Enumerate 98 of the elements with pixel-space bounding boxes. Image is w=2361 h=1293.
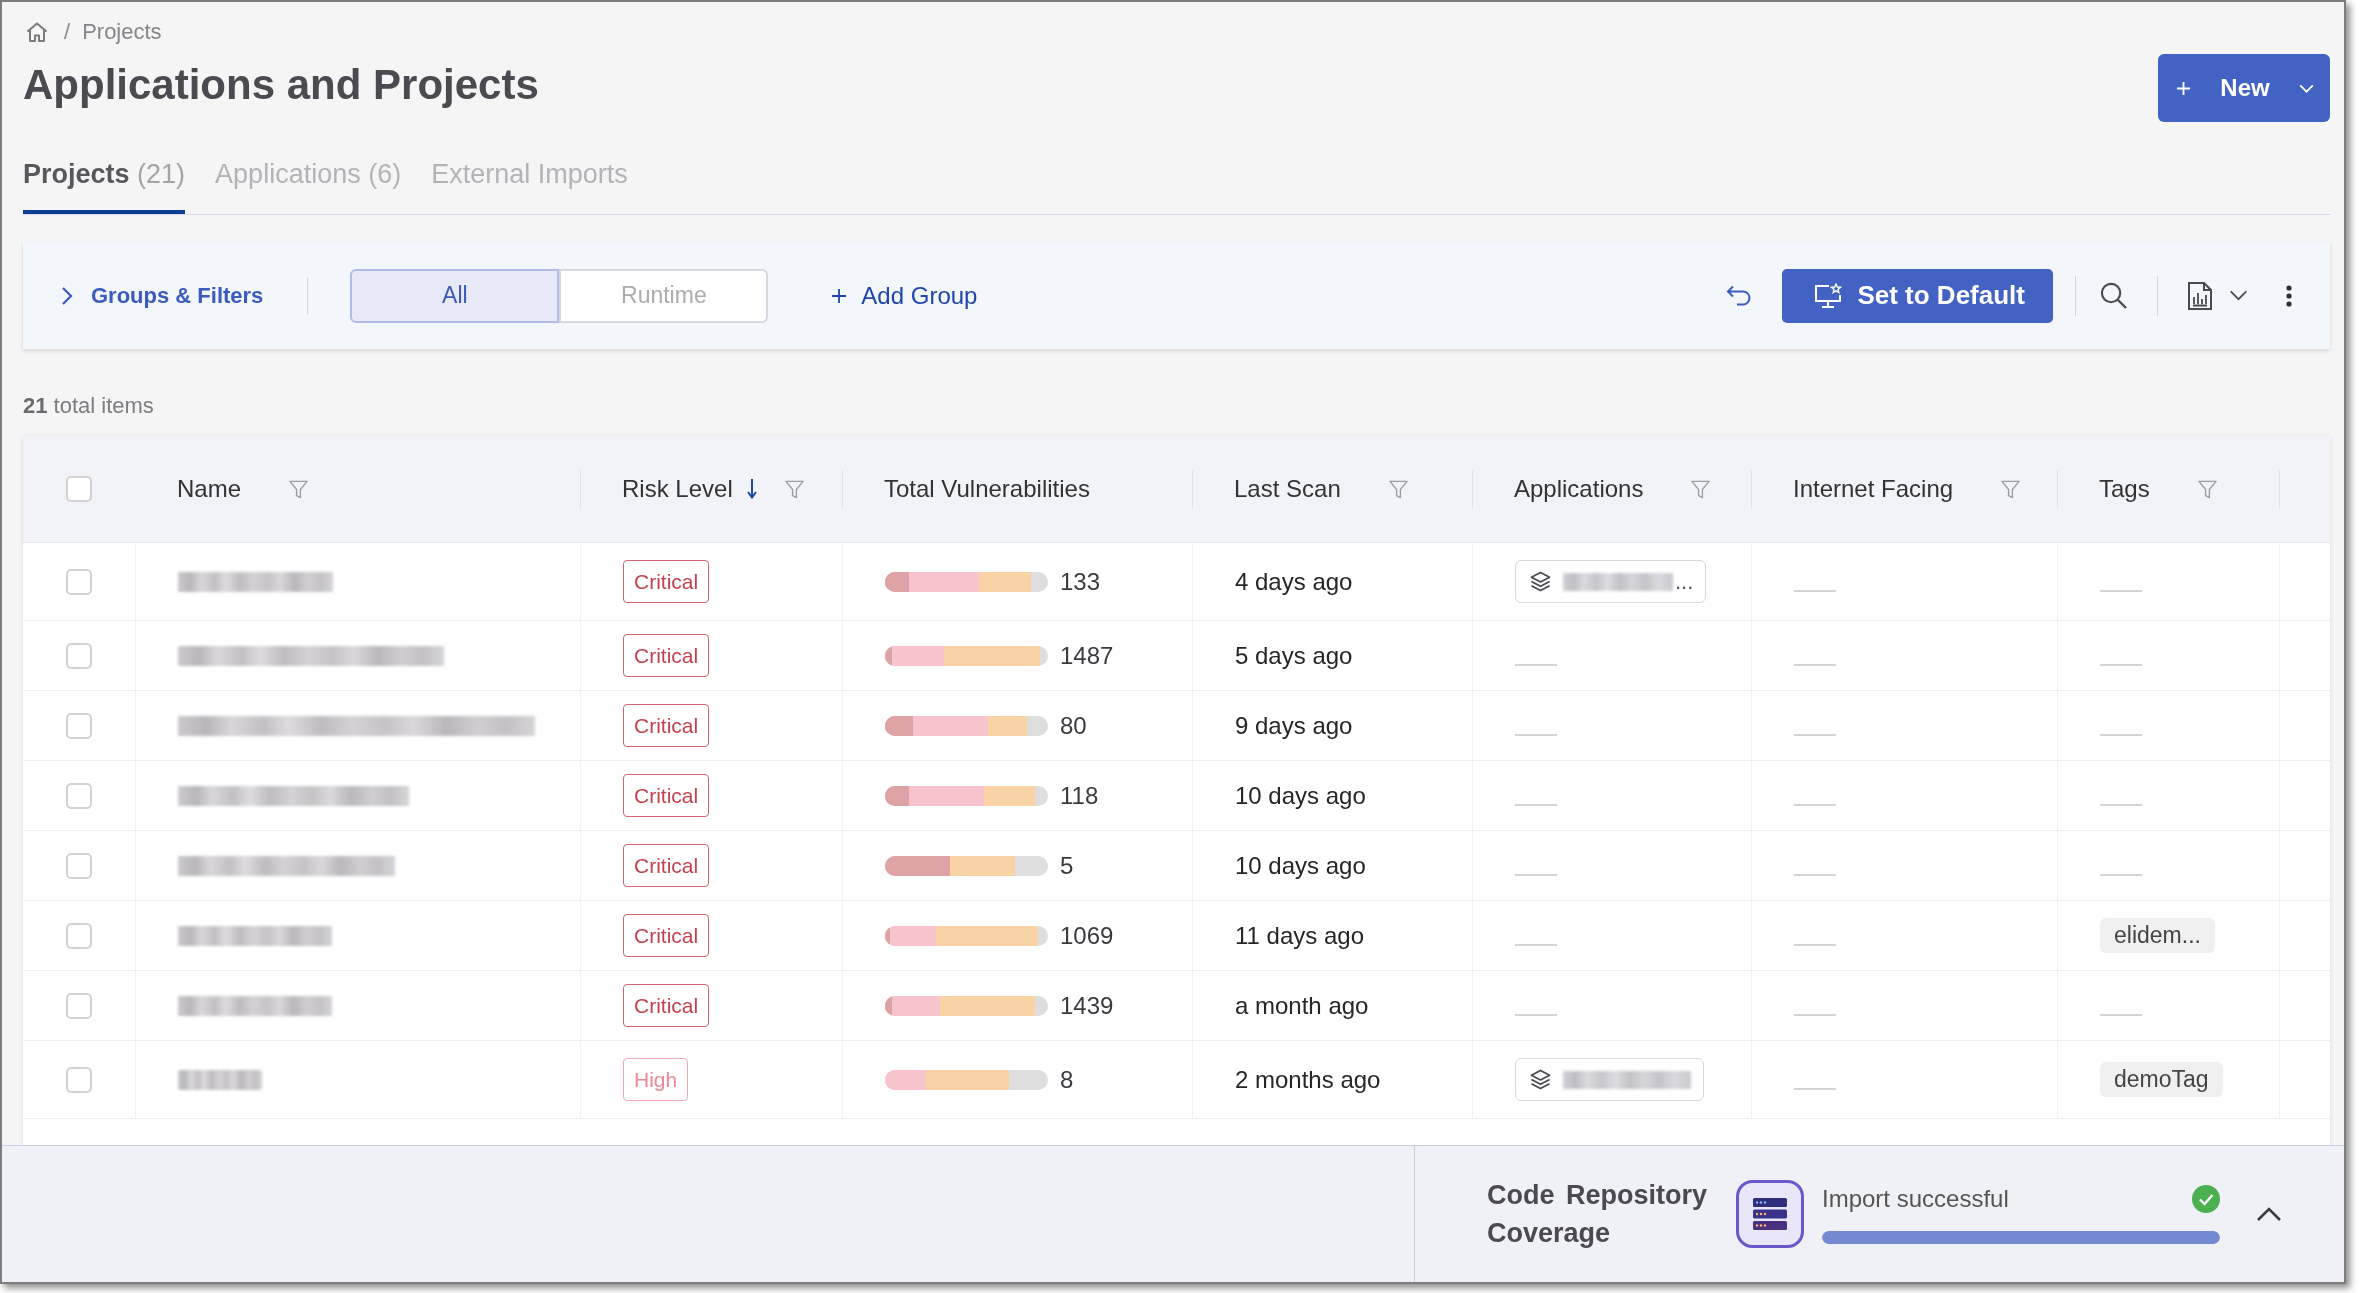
empty-value-dash: [1794, 943, 1836, 946]
empty-value-dash: [1794, 873, 1836, 876]
page-title: Applications and Projects: [23, 60, 539, 110]
empty-value-dash: [2100, 663, 2142, 666]
vulnerability-count: 80: [1060, 711, 1087, 740]
row-checkbox[interactable]: [66, 642, 92, 669]
risk-level-tag: Critical: [623, 984, 710, 1027]
row-checkbox[interactable]: [66, 568, 92, 595]
filter-icon[interactable]: [1388, 479, 1408, 499]
vulnerability-count: 118: [1060, 781, 1099, 810]
tag-chip: demoTag: [2100, 1062, 2223, 1097]
add-group-button[interactable]: Add Group: [832, 281, 978, 310]
scope-toggle-option[interactable]: All: [350, 268, 560, 323]
row-checkbox[interactable]: [66, 922, 92, 949]
empty-value-dash: [1515, 943, 1557, 946]
panel-title: Code Repository Coverage: [1487, 1179, 1709, 1250]
vulnerability-count: 1439: [1060, 991, 1114, 1020]
tag-chip: elidem...: [2100, 918, 2215, 953]
vulnerability-count: 5: [1060, 851, 1074, 880]
truncation-ellipsis: ...: [1675, 568, 1694, 595]
new-button[interactable]: New: [2158, 54, 2330, 122]
breadcrumb-item: Projects: [82, 19, 162, 45]
empty-value-dash: [1515, 733, 1557, 736]
risk-level-tag: Critical: [623, 560, 710, 603]
empty-value-dash: [1794, 589, 1836, 592]
filter-icon[interactable]: [2001, 479, 2021, 499]
monitor-star-icon: [1814, 282, 1843, 309]
application-chip[interactable]: [1515, 1058, 1704, 1101]
last-scan-text: 5 days ago: [1235, 641, 1353, 670]
risk-level-tag: Critical: [623, 634, 710, 677]
last-scan-text: 11 days ago: [1235, 921, 1364, 950]
row-checkbox[interactable]: [66, 992, 92, 1019]
column-header: Internet Facing: [1793, 475, 1954, 503]
groups-filters-toggle[interactable]: Groups & Filters: [61, 282, 264, 309]
import-status-text: Import successful: [1822, 1185, 2009, 1213]
home-icon[interactable]: [26, 22, 48, 42]
empty-value-dash: [1794, 733, 1836, 736]
filter-icon[interactable]: [289, 479, 309, 499]
row-checkbox[interactable]: [66, 782, 92, 809]
chevron-down-icon[interactable]: [2229, 290, 2248, 301]
undo-icon[interactable]: [1726, 284, 1753, 307]
empty-value-dash: [1794, 803, 1836, 806]
last-scan-text: 10 days ago: [1235, 781, 1366, 810]
tab[interactable]: Projects (21): [23, 150, 186, 214]
filter-icon[interactable]: [784, 479, 804, 499]
last-scan-text: 4 days ago: [1235, 567, 1353, 596]
empty-value-dash: [2100, 733, 2142, 736]
breadcrumb-separator: /: [64, 19, 71, 45]
column-header: Last Scan: [1234, 475, 1341, 503]
last-scan-text: 10 days ago: [1235, 851, 1366, 880]
sort-down-arrow-icon[interactable]: [746, 479, 757, 499]
row-checkbox[interactable]: [66, 712, 92, 739]
layers-icon: [1530, 571, 1551, 592]
report-icon[interactable]: [2188, 281, 2212, 310]
empty-value-dash: [2100, 803, 2142, 806]
empty-value-dash: [1515, 873, 1557, 876]
column-header: Applications: [1514, 475, 1644, 503]
layers-icon: [1530, 1069, 1551, 1090]
row-checkbox[interactable]: [66, 852, 92, 879]
risk-level-tag: Critical: [623, 844, 710, 887]
empty-value-dash: [1794, 1087, 1836, 1090]
vulnerability-count: 1069: [1060, 921, 1114, 950]
empty-value-dash: [2100, 1013, 2142, 1016]
last-scan-text: 2 months ago: [1235, 1065, 1381, 1094]
empty-value-dash: [1515, 663, 1557, 666]
caret-icon: [2299, 83, 2314, 93]
set-to-default-button[interactable]: Set to Default: [1782, 268, 2053, 323]
empty-value-dash: [1794, 1013, 1836, 1016]
column-header: Risk Level: [622, 475, 733, 503]
risk-level-tag: Critical: [623, 704, 710, 747]
row-checkbox[interactable]: [66, 1066, 92, 1093]
filter-icon[interactable]: [2197, 479, 2217, 499]
empty-value-dash: [1794, 663, 1836, 666]
empty-value-dash: [1515, 1013, 1557, 1016]
plus-icon: [832, 288, 847, 303]
column-header: Tags: [2099, 475, 2150, 503]
filter-icon[interactable]: [1691, 479, 1711, 499]
total-items-count: 21 total items: [23, 392, 155, 420]
empty-value-dash: [2100, 589, 2142, 592]
chevron-up-icon[interactable]: [2256, 1206, 2282, 1222]
select-all-checkbox[interactable]: [66, 476, 92, 502]
column-header: Name: [177, 475, 242, 503]
risk-level-tag: High: [623, 1058, 689, 1101]
vulnerability-count: 1487: [1060, 641, 1114, 670]
empty-value-dash: [1515, 803, 1557, 806]
vulnerability-count: 133: [1060, 567, 1101, 596]
risk-level-tag: Critical: [623, 774, 710, 817]
column-header: Total Vulnerabilities: [884, 475, 1090, 503]
search-icon[interactable]: [2100, 282, 2127, 309]
server-stack-icon: [1736, 1180, 1804, 1248]
application-chip[interactable]: ...: [1515, 560, 1707, 603]
risk-level-tag: Critical: [623, 914, 710, 957]
last-scan-text: a month ago: [1235, 991, 1369, 1020]
empty-value-dash: [2100, 873, 2142, 876]
last-scan-text: 9 days ago: [1235, 711, 1353, 740]
plus-icon: [2176, 80, 2191, 96]
vulnerability-count: 8: [1060, 1065, 1074, 1094]
more-options-icon[interactable]: [2286, 284, 2292, 307]
